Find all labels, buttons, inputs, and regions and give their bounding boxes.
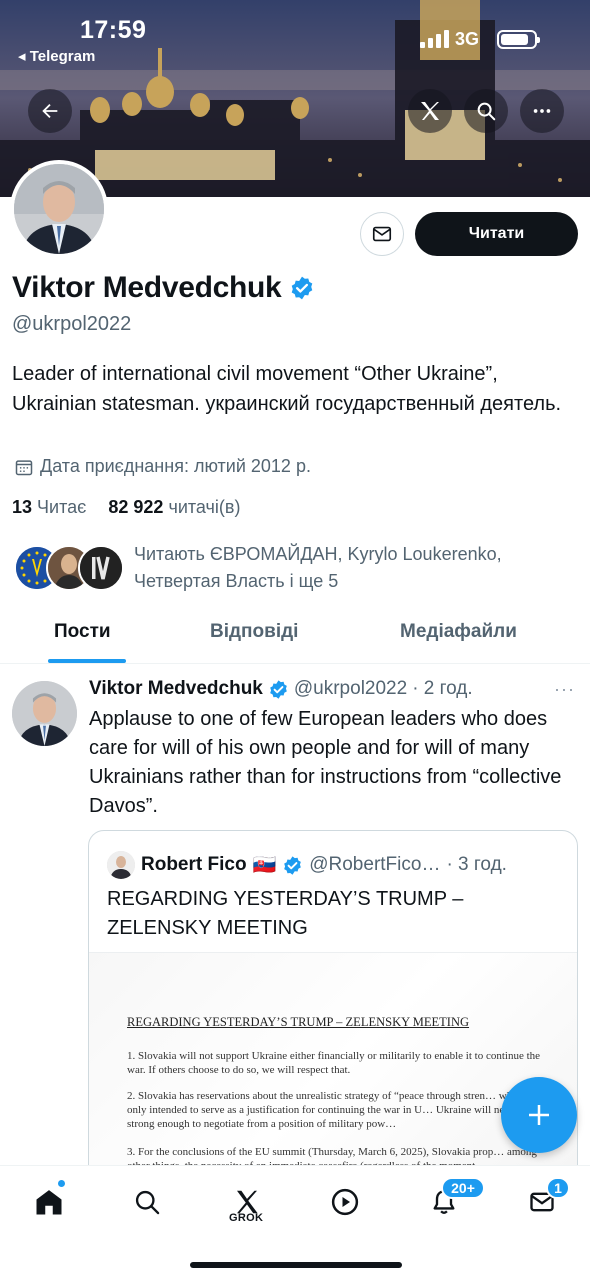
profile-bio: Leader of international civil movement “… — [12, 363, 562, 415]
verified-badge-icon — [284, 855, 302, 875]
notifications-badge: 20+ — [441, 1177, 485, 1199]
followed-by-text[interactable]: Читають ЄВРОМАЙДАН, Kyrylo Loukerenko, Ч… — [134, 541, 574, 595]
profile-avatar[interactable] — [10, 160, 108, 258]
quoted-author-name: Robert Fico — [141, 854, 247, 875]
joined-text: Дата приєднання: лютий 2012 р. — [40, 456, 311, 476]
profile-name: Viktor Medvedchuk — [12, 271, 282, 304]
back-button[interactable] — [28, 89, 72, 133]
video-icon — [331, 1188, 359, 1216]
battery-icon — [497, 30, 540, 49]
plus-icon — [529, 1105, 549, 1125]
nav-search[interactable] — [127, 1182, 167, 1222]
active-tab-indicator — [48, 659, 126, 663]
tab-posts[interactable]: Пости — [54, 621, 111, 643]
messages-badge: 1 — [546, 1177, 570, 1199]
grok-label: GROK — [229, 1212, 264, 1224]
compose-button[interactable] — [501, 1077, 577, 1153]
search-icon — [135, 1190, 160, 1215]
followers-you-know-avatars[interactable] — [14, 545, 124, 593]
iv-logo-icon — [80, 547, 122, 589]
quoted-author-avatar — [107, 851, 135, 879]
document-paragraph-1: 1. Slovakia will not support Ukraine eit… — [127, 1050, 541, 1076]
follower-avatar-chetvertaya-vlast — [78, 545, 124, 591]
follow-button[interactable]: Читати — [415, 212, 578, 256]
avatar-photo — [107, 851, 135, 879]
quoted-author-handle: @RobertFico… — [309, 854, 441, 875]
post-header: Viktor Medvedchuk @ukrpol2022 · 2 год. — [89, 678, 473, 700]
document-paragraph-2: 2. Slovakia has reservations about the u… — [127, 1090, 536, 1130]
tab-replies[interactable]: Відповіді — [210, 621, 298, 643]
more-button[interactable] — [520, 89, 564, 133]
home-new-dot — [57, 1179, 66, 1188]
home-icon — [36, 1190, 62, 1215]
document-title: REGARDING YESTERDAY’S TRUMP – ZELENSKY M… — [127, 1015, 470, 1029]
quoted-post-image[interactable]: REGARDING YESTERDAY’S TRUMP – ZELENSKY M… — [89, 952, 577, 1189]
profile-tabs: Пости Відповіді Медіафайли — [0, 612, 590, 664]
verified-badge-icon[interactable] — [289, 275, 315, 301]
calendar-icon — [15, 459, 33, 475]
arrow-left-icon — [42, 103, 58, 119]
post-author-name[interactable]: Viktor Medvedchuk — [89, 678, 263, 700]
post-more-icon[interactable]: ··· — [554, 679, 575, 700]
followers-count: 82 922 — [108, 497, 164, 517]
nav-home[interactable] — [29, 1182, 69, 1222]
quoted-post-time: · 3 год. — [446, 854, 507, 875]
following-label: Читає — [37, 497, 87, 517]
home-indicator — [190, 1262, 402, 1268]
verified-badge-icon — [270, 679, 287, 699]
status-bar: 17:59 ◂ Telegram 3G — [0, 0, 590, 70]
avatar-photo — [14, 164, 104, 254]
message-button[interactable] — [360, 212, 404, 256]
joined-date: Дата приєднання: лютий 2012 р. — [14, 456, 311, 477]
followers-label: читачі(в) — [168, 497, 241, 517]
post-time[interactable]: · 2 год. — [412, 678, 472, 700]
cellular-signal-icon — [420, 30, 449, 48]
status-time: 17:59 — [80, 16, 147, 44]
network-type: 3G — [455, 29, 480, 49]
nav-video[interactable] — [325, 1182, 365, 1222]
search-icon — [477, 102, 496, 121]
follow-stats: 13 Читає 82 922 читачі(в) — [12, 497, 240, 518]
envelope-icon — [372, 226, 392, 242]
slovakia-flag-icon: 🇸🇰 — [252, 855, 277, 876]
post-author-avatar[interactable] — [12, 681, 77, 746]
profile-name-row: Viktor Medvedchuk — [12, 271, 315, 305]
following-link[interactable]: 13 Читає — [12, 497, 86, 517]
quoted-post-text: REGARDING YESTERDAY’S TRUMP – ZELENSKY M… — [107, 888, 464, 939]
post-text: Applause to one of few European leaders … — [89, 708, 562, 817]
following-count: 13 — [12, 497, 33, 517]
back-to-telegram-link[interactable]: ◂ Telegram — [18, 47, 95, 65]
more-dots-icon — [533, 109, 551, 113]
search-button[interactable] — [464, 89, 508, 133]
quoted-post[interactable]: Robert Fico 🇸🇰 @RobertFico… · 3 год. REG… — [88, 830, 578, 1190]
quoted-post-header: Robert Fico 🇸🇰 @RobertFico… · 3 год. — [107, 851, 507, 879]
grok-icon — [421, 102, 439, 120]
grok-button[interactable] — [408, 89, 452, 133]
profile-handle: @ukrpol2022 — [12, 313, 132, 335]
tab-media[interactable]: Медіафайли — [400, 621, 517, 643]
avatar-photo — [12, 681, 77, 746]
followers-link[interactable]: 82 922 читачі(в) — [108, 497, 240, 517]
post-author-handle[interactable]: @ukrpol2022 — [294, 678, 407, 700]
